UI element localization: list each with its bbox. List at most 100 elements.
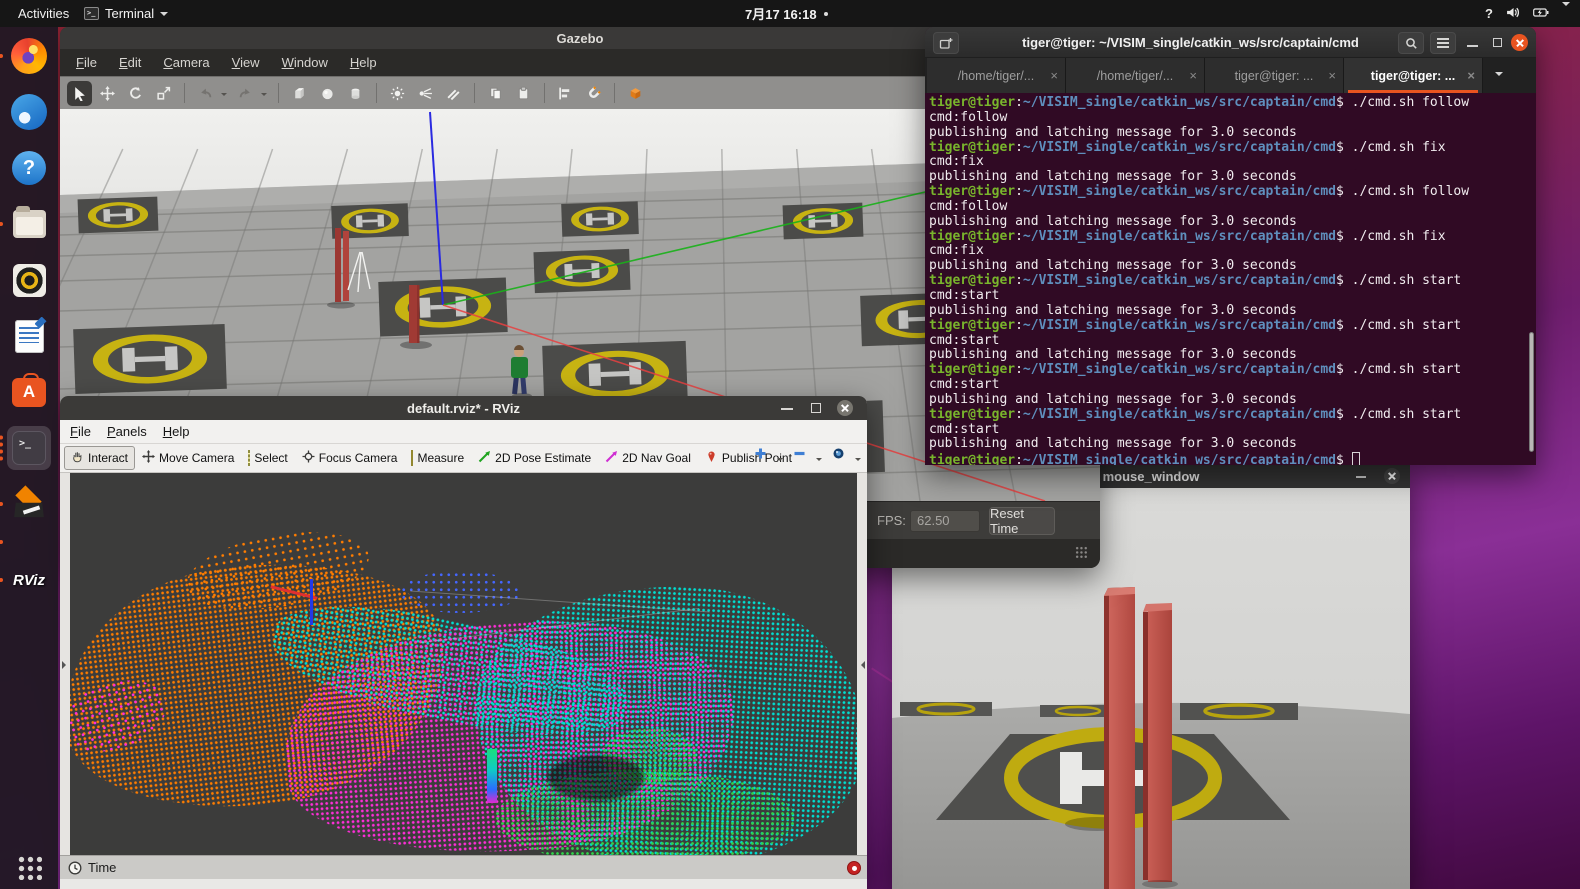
- point-light-icon[interactable]: [385, 81, 410, 106]
- terminal-line: tiger@tiger:~/VISIM_single/catkin_ws/src…: [929, 185, 1536, 200]
- volume-icon[interactable]: [1506, 6, 1520, 22]
- gazebo-menu-window[interactable]: Window: [282, 55, 328, 70]
- prompt-path: ~/VISIM_single/catkin_ws/src/captain/cmd: [1023, 184, 1336, 199]
- rviz-tool-move-camera[interactable]: Move Camera: [135, 446, 241, 470]
- minimize-button[interactable]: [781, 408, 793, 410]
- dock-item-thunderbird[interactable]: [7, 90, 51, 134]
- terminal-tab-3[interactable]: tiger@tiger: ...×: [1205, 58, 1344, 93]
- fps-field[interactable]: 62.50: [910, 510, 980, 532]
- cylinder-icon[interactable]: [343, 81, 368, 106]
- undo-icon[interactable]: [193, 81, 218, 106]
- gazebo-menu-view[interactable]: View: [232, 55, 260, 70]
- maximize-button[interactable]: [811, 403, 821, 413]
- terminal-tab-1[interactable]: /home/tiger/...×: [927, 58, 1066, 93]
- zoom-in-icon[interactable]: [754, 447, 767, 465]
- system-status-area[interactable]: ?: [1485, 0, 1570, 27]
- rviz-tool-2d-nav-goal[interactable]: 2D Nav Goal: [598, 446, 698, 470]
- spot-light-icon[interactable]: [413, 81, 438, 106]
- dock-item-help[interactable]: [7, 146, 51, 190]
- caret-down-icon[interactable]: [816, 458, 822, 464]
- gazebo-menu-help[interactable]: Help: [350, 55, 377, 70]
- terminal-cursor[interactable]: [1352, 452, 1360, 465]
- rviz-tool-measure[interactable]: Measure: [404, 447, 471, 469]
- dock-item-libreoffice-writer[interactable]: [7, 314, 51, 358]
- close-tab-icon[interactable]: ×: [1050, 69, 1058, 82]
- resize-grip[interactable]: [1075, 546, 1088, 559]
- rviz-3d-viewport[interactable]: [70, 473, 857, 855]
- caret-down-icon[interactable]: [1562, 6, 1570, 21]
- close-button[interactable]: [837, 400, 853, 416]
- rviz-menu-help[interactable]: Help: [163, 424, 190, 439]
- dock-item-terminal[interactable]: >_: [7, 426, 51, 470]
- dock-item-rhythmbox[interactable]: [7, 258, 51, 302]
- rviz-tool-select[interactable]: Select: [241, 447, 294, 469]
- copy-icon[interactable]: [483, 81, 508, 106]
- network-question-icon[interactable]: ?: [1485, 6, 1493, 21]
- cursor-icon[interactable]: [67, 81, 92, 106]
- app-menu-terminal[interactable]: >_ Terminal: [84, 0, 168, 27]
- paste-icon[interactable]: [511, 81, 536, 106]
- gazebo-menu-edit[interactable]: Edit: [119, 55, 141, 70]
- move-icon[interactable]: [95, 81, 120, 106]
- dock-item-show-applications[interactable]: [7, 845, 51, 889]
- dock-item-files[interactable]: [7, 202, 51, 246]
- expand-panel-icon[interactable]: [857, 661, 865, 669]
- sphere-icon[interactable]: [315, 81, 340, 106]
- minimize-button[interactable]: [1467, 45, 1478, 47]
- caret-down-icon[interactable]: [221, 93, 227, 99]
- gazebo-menu-camera[interactable]: Camera: [163, 55, 209, 70]
- rviz-tool-focus-camera[interactable]: Focus Camera: [295, 446, 405, 470]
- dock-item-rviz[interactable]: RViz: [7, 558, 51, 602]
- terminal-tab-4[interactable]: tiger@tiger: ...×: [1344, 58, 1483, 93]
- dock-item-unknown-app[interactable]: [7, 538, 51, 546]
- cube-icon[interactable]: [287, 81, 312, 106]
- align-icon[interactable]: [553, 81, 578, 106]
- terminal-tab-2[interactable]: /home/tiger/...×: [1066, 58, 1205, 93]
- terminal-headerbar[interactable]: tiger@tiger: ~/VISIM_single/catkin_ws/sr…: [925, 27, 1536, 58]
- close-button[interactable]: [1384, 468, 1400, 484]
- text: :: [1015, 318, 1023, 333]
- caret-down-icon[interactable]: [261, 93, 267, 99]
- minimize-button[interactable]: [1356, 476, 1366, 478]
- reset-time-button[interactable]: Reset Time: [989, 507, 1055, 535]
- redo-icon[interactable]: [233, 81, 258, 106]
- rotate-icon[interactable]: [123, 81, 148, 106]
- directional-light-icon[interactable]: [441, 81, 466, 106]
- command-text: ./cmd.sh start: [1352, 273, 1462, 288]
- dock-item-firefox[interactable]: [7, 34, 51, 78]
- caret-down-icon[interactable]: [855, 458, 861, 464]
- caret-down-icon[interactable]: [777, 458, 783, 464]
- close-tab-icon[interactable]: ×: [1467, 69, 1475, 82]
- rviz-left-panel-collapsed[interactable]: [60, 473, 70, 855]
- rviz-tool-2d-pose-estimate[interactable]: 2D Pose Estimate: [471, 446, 598, 470]
- rviz-right-panel-collapsed[interactable]: [857, 473, 867, 855]
- terminal-scrollbar[interactable]: [1529, 332, 1534, 452]
- clock[interactable]: 7月17 16:18: [745, 0, 828, 27]
- battery-charging-icon[interactable]: [1533, 6, 1549, 21]
- expand-panel-icon[interactable]: [62, 661, 70, 669]
- menu-button[interactable]: [1430, 32, 1456, 54]
- rviz-menu-panels[interactable]: Panels: [107, 424, 147, 439]
- close-button[interactable]: [1511, 34, 1528, 51]
- search-button[interactable]: [1398, 32, 1424, 54]
- prompt-symbol: $: [1336, 362, 1352, 377]
- box-icon[interactable]: [623, 81, 648, 106]
- close-panel-button[interactable]: [847, 861, 861, 875]
- activities-button[interactable]: Activities: [12, 0, 75, 27]
- tabs-dropdown-icon[interactable]: [1495, 72, 1503, 80]
- rviz-menu-file[interactable]: File: [70, 424, 91, 439]
- new-tab-button[interactable]: [933, 32, 959, 54]
- dock-item-ubuntu-software[interactable]: [7, 370, 51, 414]
- terminal-output[interactable]: tiger@tiger:~/VISIM_single/catkin_ws/src…: [925, 93, 1536, 465]
- close-tab-icon[interactable]: ×: [1328, 69, 1336, 82]
- rviz-titlebar[interactable]: default.rviz* - RViz: [60, 396, 867, 420]
- scale-icon[interactable]: [151, 81, 176, 106]
- camera-icon[interactable]: [832, 447, 845, 465]
- magnet-icon[interactable]: [581, 81, 606, 106]
- close-tab-icon[interactable]: ×: [1189, 69, 1197, 82]
- dock-item-gazebo[interactable]: [7, 482, 51, 526]
- zoom-out-icon[interactable]: [793, 447, 806, 465]
- gazebo-menu-file[interactable]: File: [76, 55, 97, 70]
- rviz-tool-interact[interactable]: Interact: [64, 446, 135, 470]
- maximize-button[interactable]: [1493, 38, 1502, 47]
